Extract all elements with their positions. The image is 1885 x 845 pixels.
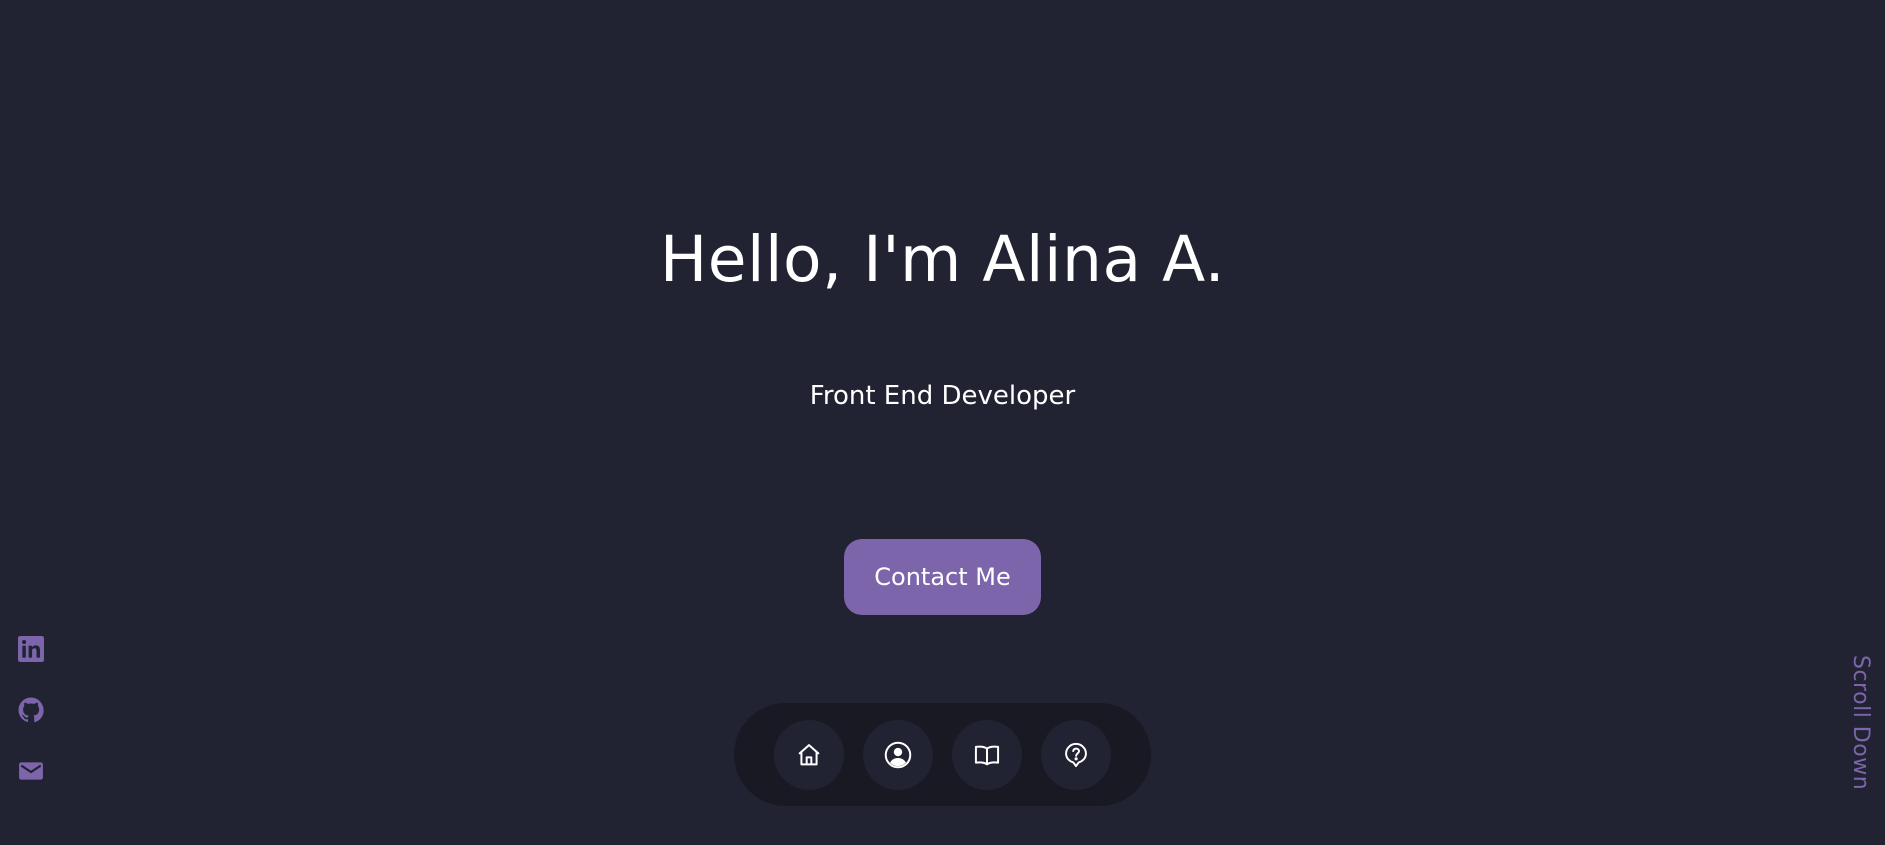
nav-about-button[interactable]: [863, 720, 933, 790]
linkedin-link[interactable]: [18, 636, 44, 662]
hero-greeting: Hello, I'm Alina A.: [659, 223, 1226, 296]
book-icon: [974, 745, 1000, 766]
contact-me-button[interactable]: Contact Me: [844, 539, 1041, 615]
bottom-dock-nav: [734, 703, 1151, 806]
social-links: [18, 636, 44, 784]
github-link[interactable]: [18, 697, 44, 723]
github-icon: [18, 697, 44, 723]
nav-help-button[interactable]: [1041, 720, 1111, 790]
nav-home-button[interactable]: [774, 720, 844, 790]
linkedin-icon: [18, 636, 44, 662]
mail-icon: [19, 762, 43, 780]
nav-experience-button[interactable]: [952, 720, 1022, 790]
user-icon: [884, 741, 912, 769]
email-link[interactable]: [18, 758, 44, 784]
home-icon: [798, 744, 820, 766]
question-icon: [1065, 742, 1087, 768]
hero-role: Front End Developer: [809, 381, 1076, 411]
scroll-down-link[interactable]: Scroll Down: [1843, 655, 1873, 795]
